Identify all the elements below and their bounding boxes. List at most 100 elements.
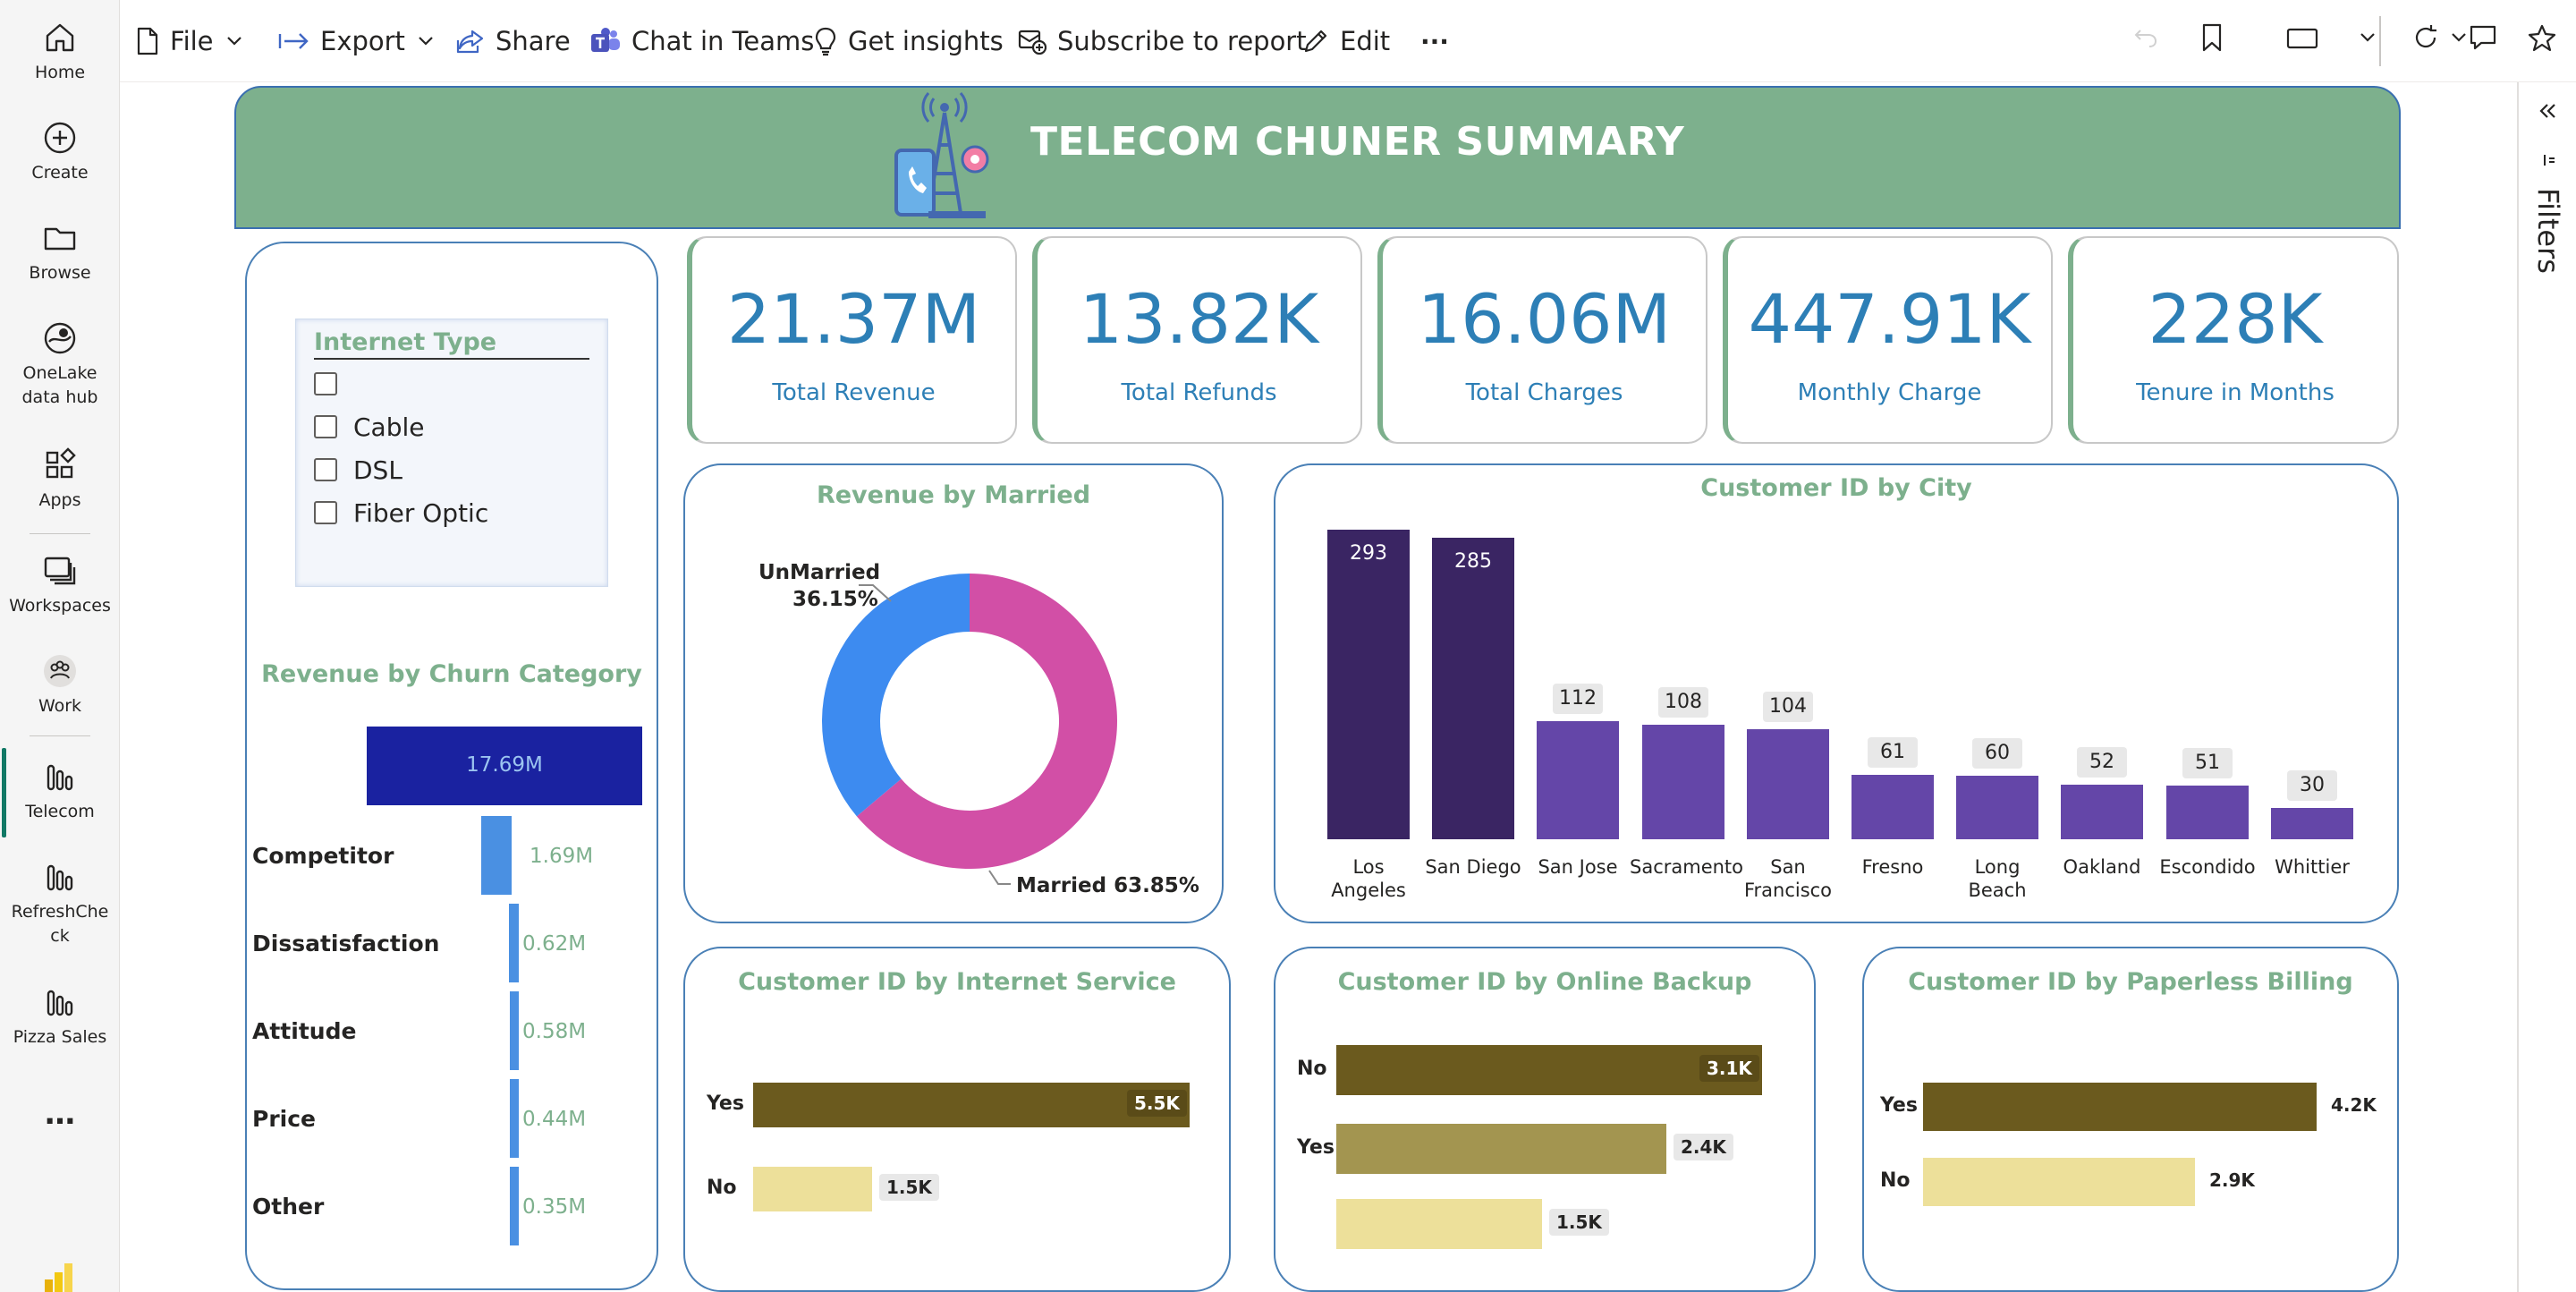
nav-label: RefreshCheck: [11, 902, 109, 946]
toolbar: File Export Share Chat in Teams Get insi…: [120, 0, 2576, 82]
edit-button[interactable]: Edit: [1302, 21, 1390, 61]
bookmark-icon[interactable]: [2200, 23, 2224, 52]
kpi-label: Total Revenue: [772, 379, 936, 406]
nav-apps[interactable]: Apps: [0, 446, 120, 513]
bar-value-label: 5.5K: [1127, 1090, 1187, 1117]
subscribe-icon: [1018, 30, 1046, 55]
checkbox[interactable]: [314, 458, 337, 481]
share-icon: [456, 30, 484, 54]
chevron-down-icon[interactable]: [2360, 32, 2376, 43]
internet-service-chart-title: Customer ID by Internet Service: [738, 968, 1176, 996]
donut-leader-line: [988, 870, 1011, 885]
churn-bar: [510, 1079, 519, 1158]
city-bar: [2166, 786, 2249, 839]
report-icon: [47, 990, 73, 1016]
donut-label-married-value: 63.85%: [1114, 874, 1199, 897]
refresh-icon[interactable]: [2411, 23, 2440, 52]
nav-create[interactable]: Create: [0, 118, 120, 185]
city-bar-value: 61: [1868, 737, 1918, 768]
chevron-down-icon: [226, 37, 242, 46]
churn-category-label: Other: [252, 1194, 325, 1220]
churn-bar: [509, 904, 519, 982]
get-insights-label: Get insights: [848, 26, 1004, 56]
donut-label-unmarried-name: UnMarried: [758, 561, 881, 584]
onelake-icon: [44, 322, 76, 354]
hbar: [1336, 1199, 1542, 1249]
hbar: [1923, 1083, 2317, 1131]
slicer-option-dsl[interactable]: DSL: [314, 455, 402, 485]
nav-more-button[interactable]: …: [0, 1099, 120, 1129]
nav-divider: [30, 533, 90, 534]
checkbox[interactable]: [314, 372, 337, 395]
kpi-label: Tenure in Months: [2136, 379, 2334, 406]
kpi-card-tenure[interactable]: 228K Tenure in Months: [2068, 236, 2399, 444]
slicer-option-fiber-optic[interactable]: Fiber Optic: [314, 497, 489, 528]
bar-value-label: 3.1K: [1699, 1055, 1759, 1082]
checkbox[interactable]: [314, 501, 337, 524]
work-icon: [44, 655, 76, 687]
bar-value-label: 1.5K: [879, 1174, 939, 1201]
undo-icon[interactable]: [2132, 23, 2159, 50]
collapse-chevrons-icon[interactable]: [2537, 100, 2558, 122]
bar-category-label: Yes: [1297, 1136, 1335, 1159]
bar-category-label: No: [1880, 1169, 1911, 1192]
more-options-button[interactable]: ···: [1420, 21, 1449, 61]
city-bar: [1642, 725, 1724, 839]
nav-divider: [30, 735, 90, 736]
city-chart-title: Customer ID by City: [1700, 474, 1972, 502]
chat-in-teams-button[interactable]: Chat in Teams: [590, 21, 814, 61]
city-bar-value: 108: [1658, 687, 1708, 718]
city-bar-value: 112: [1553, 684, 1603, 714]
slicer-option-label: DSL: [353, 455, 402, 485]
left-navigation: Home Create Browse OneLake data hub Apps…: [0, 0, 120, 1292]
slicer-option-label: Fiber Optic: [353, 497, 489, 528]
view-icon[interactable]: [2286, 27, 2318, 50]
edit-label: Edit: [1340, 26, 1391, 56]
nav-pizza-sales[interactable]: Pizza Sales: [0, 982, 120, 1050]
city-axis-label: San Diego: [1425, 856, 1521, 878]
file-menu[interactable]: File: [136, 21, 242, 61]
churn-bar: [510, 1167, 519, 1245]
checkbox[interactable]: [314, 415, 337, 438]
nav-label: OneLake data hub: [21, 363, 98, 407]
kpi-card-total-revenue[interactable]: 21.37M Total Revenue: [687, 236, 1017, 444]
city-axis-label: Sacramento: [1630, 856, 1744, 878]
slicer-option[interactable]: [314, 370, 353, 398]
city-axis-label: Whittier: [2275, 856, 2350, 878]
city-axis-label: Escondido: [2159, 856, 2256, 878]
city-bar: [2271, 808, 2353, 839]
comment-icon[interactable]: [2469, 23, 2497, 52]
nav-telecom[interactable]: Telecom: [0, 757, 120, 824]
internet-type-slicer: Internet Type Cable DSL Fiber Optic: [295, 319, 608, 587]
subscribe-button[interactable]: Subscribe to report: [1018, 21, 1307, 61]
workspaces-icon: [44, 557, 76, 585]
paperless-billing-chart-title: Customer ID by Paperless Billing: [1908, 968, 2353, 996]
kpi-card-total-charges[interactable]: 16.06M Total Charges: [1377, 236, 1707, 444]
subscribe-label: Subscribe to report: [1057, 26, 1307, 56]
kpi-card-monthly-charge[interactable]: 447.91K Monthly Charge: [1723, 236, 2053, 444]
file-label: File: [170, 26, 214, 56]
nav-work[interactable]: Work: [0, 651, 120, 718]
slicer-option-cable[interactable]: Cable: [314, 412, 425, 442]
favorite-star-icon[interactable]: [2528, 23, 2556, 52]
export-label: Export: [320, 26, 405, 56]
nav-refreshcheck[interactable]: RefreshCheck: [0, 857, 120, 948]
get-insights-button[interactable]: Get insights: [814, 21, 1004, 61]
nav-onelake[interactable]: OneLake data hub: [0, 319, 120, 410]
kpi-card-total-refunds[interactable]: 13.82K Total Refunds: [1032, 236, 1362, 444]
nav-browse[interactable]: Browse: [0, 218, 120, 285]
kpi-value: 13.82K: [1079, 279, 1319, 359]
married-revenue-donut-chart[interactable]: [683, 463, 1224, 923]
city-bar-value: 30: [2287, 770, 2337, 801]
churn-category-label: Price: [252, 1106, 316, 1132]
share-button[interactable]: Share: [454, 21, 571, 61]
export-menu[interactable]: Export: [277, 21, 434, 61]
city-bar-value: 60: [1972, 738, 2022, 769]
filters-label[interactable]: Filters: [2531, 188, 2565, 274]
nav-label: Workspaces: [9, 596, 111, 616]
nav-workspaces[interactable]: Workspaces: [0, 551, 120, 618]
nav-home[interactable]: Home: [0, 18, 120, 85]
toolbar-divider: [2379, 16, 2381, 66]
chevron-down-icon[interactable]: [2451, 32, 2467, 43]
city-bar: [1537, 721, 1619, 839]
